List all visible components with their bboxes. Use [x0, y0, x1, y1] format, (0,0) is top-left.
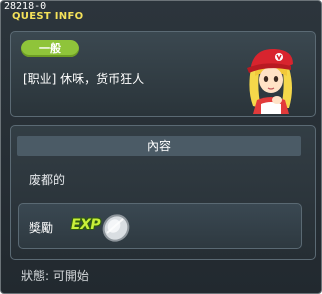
quest-summary-panel: 一般 [职业] 休咊，货币狂人: [10, 31, 316, 117]
silver-coin-icon: [102, 214, 130, 242]
exp-icon: EXP: [71, 217, 101, 233]
quest-info-window: 28218-0 QUEST INFO 一般 [职业] 休咊，货币狂人 內容 废都…: [0, 0, 322, 294]
reward-box: 獎勵 EXP: [18, 203, 302, 249]
reward-label: 獎勵: [29, 221, 54, 235]
quest-category-badge: 一般: [21, 40, 79, 57]
content-header: 內容: [17, 136, 301, 156]
quest-description: 废都的: [29, 173, 66, 187]
window-title: QUEST INFO: [12, 11, 84, 22]
npc-avatar-icon: [247, 48, 293, 114]
quest-job-line: [职业] 休咊，货币狂人: [23, 72, 145, 86]
quest-content-panel: 內容 废都的 獎勵 EXP: [10, 125, 316, 260]
quest-status: 狀態: 可開始: [21, 269, 89, 283]
